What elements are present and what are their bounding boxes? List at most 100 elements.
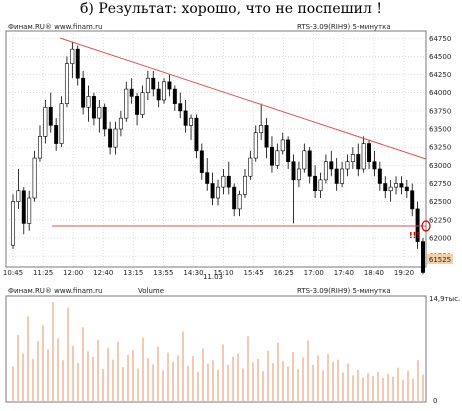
candle-body — [383, 183, 388, 192]
candle-body — [140, 92, 145, 115]
candle — [415, 201, 420, 249]
candle-body — [421, 241, 425, 273]
candle-body — [377, 168, 382, 184]
candle-body — [64, 63, 69, 104]
candle-body — [259, 125, 264, 133]
candle-body — [399, 183, 404, 188]
candle-body — [275, 150, 280, 166]
volume-zero-label: 0 — [433, 397, 437, 405]
volume-source-label: Финам.RU® www.finam.ru — [8, 287, 102, 295]
candle-body — [264, 125, 269, 148]
volume-series-label: Volume — [138, 287, 164, 295]
candle-body — [199, 150, 204, 173]
candle-body — [280, 139, 285, 152]
price-y-axis: 6175062000622506250062750630006325063500… — [429, 35, 451, 261]
price-instrument-label: RTS-3.09(RIH9) 5-минутка — [297, 23, 391, 31]
candle-body — [210, 183, 215, 199]
candle-body — [291, 161, 296, 181]
candle-body — [167, 81, 172, 90]
caption-title: б) Результат: хорошо, что не поспешил ! — [80, 1, 382, 17]
x-tick-label: 10:45 — [3, 269, 23, 277]
candle — [162, 78, 167, 104]
candle-body — [91, 96, 96, 119]
candle-body — [162, 81, 167, 101]
candle-body — [307, 150, 312, 177]
y-tick-label: 64750 — [429, 35, 451, 43]
candle-body — [302, 150, 307, 170]
candle-body — [124, 88, 129, 119]
x-tick-label: 13:55 — [153, 269, 173, 277]
candle-body — [237, 194, 242, 210]
candle-body — [226, 175, 231, 188]
volume-max-label: 14,9тыс. — [429, 295, 460, 303]
candle-body — [145, 77, 150, 94]
y-tick-label: 62500 — [429, 198, 451, 206]
candle-body — [350, 154, 355, 163]
candle-body — [243, 175, 247, 195]
y-tick-label: 63000 — [429, 162, 451, 170]
candle-body — [334, 168, 339, 184]
candle-body — [205, 172, 210, 184]
candle-body — [248, 157, 253, 177]
candle-body — [151, 77, 156, 90]
candle-body — [194, 117, 199, 152]
candle-body — [27, 197, 32, 224]
candle-body — [54, 125, 59, 144]
x-tick-label: 19:20 — [394, 269, 414, 277]
candle-body — [404, 186, 409, 192]
candle-body — [86, 96, 91, 108]
candle-body — [340, 168, 345, 184]
y-tick-label: 64500 — [429, 53, 451, 61]
y-tick-label: 63500 — [429, 126, 451, 134]
x-tick-label: 15:45 — [244, 269, 264, 277]
candle-body — [356, 154, 361, 170]
y-tick-label: 64250 — [429, 71, 451, 79]
candle-body — [361, 143, 366, 170]
candle-body — [367, 143, 372, 163]
volume-instrument-label: RTS-3.09(RIH9) 5-минутка — [297, 287, 391, 295]
candle — [11, 194, 15, 249]
candle-body — [189, 117, 193, 126]
candle-body — [345, 161, 350, 170]
candle-body — [296, 168, 301, 181]
candle — [32, 150, 37, 202]
candle-body — [32, 157, 37, 199]
candle — [421, 237, 425, 275]
candle-body — [253, 132, 258, 159]
candle-body — [102, 106, 107, 130]
last-price-badge-text: 61525 — [429, 256, 451, 264]
candle-body — [11, 201, 15, 246]
y-tick-label: 62750 — [429, 180, 451, 188]
candle-body — [129, 88, 134, 97]
x-tick-label: 16:25 — [274, 269, 294, 277]
candle — [64, 56, 69, 108]
candle-body — [70, 48, 75, 64]
x-tick-label: 12:40 — [93, 269, 113, 277]
candle-body — [372, 161, 377, 170]
x-tick-label: 17:40 — [334, 269, 354, 277]
candle-body — [394, 183, 398, 188]
x-tick-label: 18:40 — [364, 269, 384, 277]
candle-body — [269, 146, 274, 166]
candle-body — [318, 179, 323, 192]
candle-body — [156, 88, 161, 101]
candle-body — [97, 106, 102, 119]
candle-body — [21, 190, 26, 224]
candle-body — [135, 96, 140, 115]
candle-body — [410, 190, 415, 210]
chart-figure: 6175062000622506250062750630006325063500… — [3, 23, 460, 405]
price-source-label: Финам.RU® www.finam.ru — [8, 23, 102, 31]
candle-body — [75, 48, 80, 79]
candle-body — [329, 161, 334, 170]
candle-body — [286, 139, 291, 163]
x-tick-label: 14:30 — [183, 269, 203, 277]
candle-body — [59, 103, 64, 144]
candle-body — [16, 190, 21, 202]
candle-body — [232, 186, 237, 210]
candle-body — [388, 186, 393, 192]
candle-body — [38, 135, 42, 159]
y-tick-label: 62250 — [429, 216, 451, 224]
y-tick-label: 63750 — [429, 107, 451, 115]
y-tick-label: 63250 — [429, 144, 451, 152]
attention-annotation: !!! — [409, 231, 420, 240]
